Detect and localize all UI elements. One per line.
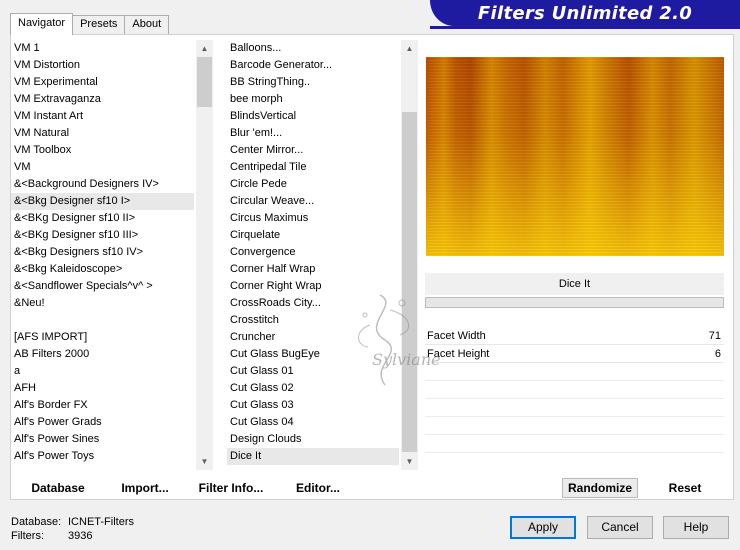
param-empty-row	[425, 436, 724, 453]
category-list-item[interactable]: VM 1	[11, 40, 194, 57]
category-list-item[interactable]: AB Filters 2000	[11, 346, 194, 363]
category-list-item[interactable]: VM Toolbox	[11, 142, 194, 159]
filter-list-item[interactable]: Convergence	[227, 244, 399, 261]
app-banner-title: Filters Unlimited 2.0	[430, 0, 740, 26]
category-list-item[interactable]: &<Bkg Designer sf10 I>	[11, 193, 194, 210]
param-empty-row	[425, 382, 724, 399]
category-list-item[interactable]: VM Extravaganza	[11, 91, 194, 108]
filter-list-item[interactable]: Cirquelate	[227, 227, 399, 244]
reset-button[interactable]: Reset	[650, 478, 720, 498]
category-list-item[interactable]: &<Background Designers IV>	[11, 176, 194, 193]
filter-list-item[interactable]: Cut Glass BugEye	[227, 346, 399, 363]
filter-list-item[interactable]: BlindsVertical	[227, 108, 399, 125]
category-list-item[interactable]: AFH	[11, 380, 194, 397]
scroll-up-icon[interactable]: ▲	[401, 40, 418, 57]
category-list-item[interactable]: VM	[11, 159, 194, 176]
filter-list-item[interactable]: Blur 'em!...	[227, 125, 399, 142]
filter-list-item[interactable]: Barcode Generator...	[227, 57, 399, 74]
filter-preview	[426, 57, 724, 256]
category-scrollbar[interactable]: ▲ ▼	[196, 40, 213, 470]
category-list-item[interactable]: &<Bkg Kaleidoscope>	[11, 261, 194, 278]
filter-list-item[interactable]: Corner Right Wrap	[227, 278, 399, 295]
banner-underline	[430, 26, 740, 29]
param-label: Facet Height	[427, 348, 490, 360]
filter-list-item[interactable]: Balloons...	[227, 40, 399, 57]
filters-label: Filters:	[11, 530, 44, 542]
filter-list-item[interactable]: Circus Maximus	[227, 210, 399, 227]
param-value[interactable]: 71	[709, 328, 721, 345]
param-label: Facet Width	[427, 330, 486, 342]
param-facet-width[interactable]: Facet Width 71	[425, 328, 724, 345]
category-list-item[interactable]	[11, 312, 194, 329]
param-facet-height[interactable]: Facet Height 6	[425, 346, 724, 363]
param-empty-row	[425, 418, 724, 435]
filter-list-item[interactable]: Cut Glass 01	[227, 363, 399, 380]
apply-button[interactable]: Apply	[510, 516, 576, 539]
import-button[interactable]: Import...	[118, 480, 172, 497]
cancel-button[interactable]: Cancel	[587, 516, 653, 539]
category-list-item[interactable]: Alf's Power Toys	[11, 448, 194, 465]
database-label: Database:	[11, 516, 62, 528]
param-empty-row	[425, 364, 724, 381]
scroll-down-icon[interactable]: ▼	[401, 453, 418, 470]
category-list-item[interactable]: VM Experimental	[11, 74, 194, 91]
filter-list-item[interactable]: Center Mirror...	[227, 142, 399, 159]
database-info: Database: ICNET-Filters	[11, 516, 134, 528]
category-list-item[interactable]: VM Natural	[11, 125, 194, 142]
filter-list-item[interactable]: Cut Glass 04	[227, 414, 399, 431]
filter-list-item[interactable]: BB StringThing..	[227, 74, 399, 91]
tab-bar: Navigator Presets About	[10, 13, 170, 35]
editor-button[interactable]: Editor...	[294, 480, 342, 497]
category-list-item[interactable]: Alf's Border FX	[11, 397, 194, 414]
filter-list-item[interactable]: Centripedal Tile	[227, 159, 399, 176]
category-list-item[interactable]: &<BKg Designer sf10 III>	[11, 227, 194, 244]
category-scroll-thumb[interactable]	[197, 57, 212, 107]
filter-list-item[interactable]: Crosstitch	[227, 312, 399, 329]
filters-count: 3936	[68, 530, 93, 542]
filter-list-item[interactable]: Cut Glass 03	[227, 397, 399, 414]
tab-navigator[interactable]: Navigator	[10, 13, 74, 35]
param-value[interactable]: 6	[715, 346, 721, 363]
filter-list-item[interactable]: CrossRoads City...	[227, 295, 399, 312]
filters-info: Filters: 3936	[11, 530, 92, 542]
category-list-item[interactable]: VM Instant Art	[11, 108, 194, 125]
category-list-item[interactable]: &<Bkg Designers sf10 IV>	[11, 244, 194, 261]
category-list-item[interactable]: Alf's Power Sines	[11, 431, 194, 448]
param-empty-row	[425, 400, 724, 417]
category-list[interactable]: VM 1 VM Distortion VM Experimental VM Extra…	[11, 40, 194, 470]
filter-list-item[interactable]: Circle Pede	[227, 176, 399, 193]
help-button[interactable]: Help	[663, 516, 729, 539]
filter-list-item[interactable]: bee morph	[227, 91, 399, 108]
filter-list-item[interactable]: Circular Weave...	[227, 193, 399, 210]
category-list-item[interactable]: &<BKg Designer sf10 II>	[11, 210, 194, 227]
database-value: ICNET-Filters	[68, 516, 134, 528]
scroll-up-icon[interactable]: ▲	[196, 40, 213, 57]
current-filter-name: Dice It	[425, 273, 724, 295]
category-list-item[interactable]: VM Distortion	[11, 57, 194, 74]
filter-scrollbar[interactable]: ▲ ▼	[401, 40, 418, 470]
category-list-item[interactable]: &<Sandflower Specials^v^ >	[11, 278, 194, 295]
filter-list[interactable]: Balloons... Barcode Generator... BB String…	[227, 40, 399, 470]
category-list-item[interactable]: Alf's Power Grads	[11, 414, 194, 431]
filter-scroll-thumb[interactable]	[402, 112, 417, 452]
tab-about[interactable]: About	[124, 15, 170, 35]
category-list-item[interactable]: a	[11, 363, 194, 380]
randomize-button[interactable]: Randomize	[562, 478, 638, 498]
category-list-item[interactable]: &Neu!	[11, 295, 194, 312]
scroll-down-icon[interactable]: ▼	[196, 453, 213, 470]
filter-list-item[interactable]: Design Clouds	[227, 431, 399, 448]
filter-list-item[interactable]: Cruncher	[227, 329, 399, 346]
category-list-item[interactable]: [AFS IMPORT]	[11, 329, 194, 346]
filter-list-item[interactable]: Dice It	[227, 448, 399, 465]
tab-presets[interactable]: Presets	[72, 15, 126, 35]
progress-bar	[425, 297, 724, 308]
database-button[interactable]: Database	[28, 480, 88, 497]
filter-list-item[interactable]: Corner Half Wrap	[227, 261, 399, 278]
filter-list-item[interactable]: Cut Glass 02	[227, 380, 399, 397]
filter-info-button[interactable]: Filter Info...	[198, 480, 264, 497]
